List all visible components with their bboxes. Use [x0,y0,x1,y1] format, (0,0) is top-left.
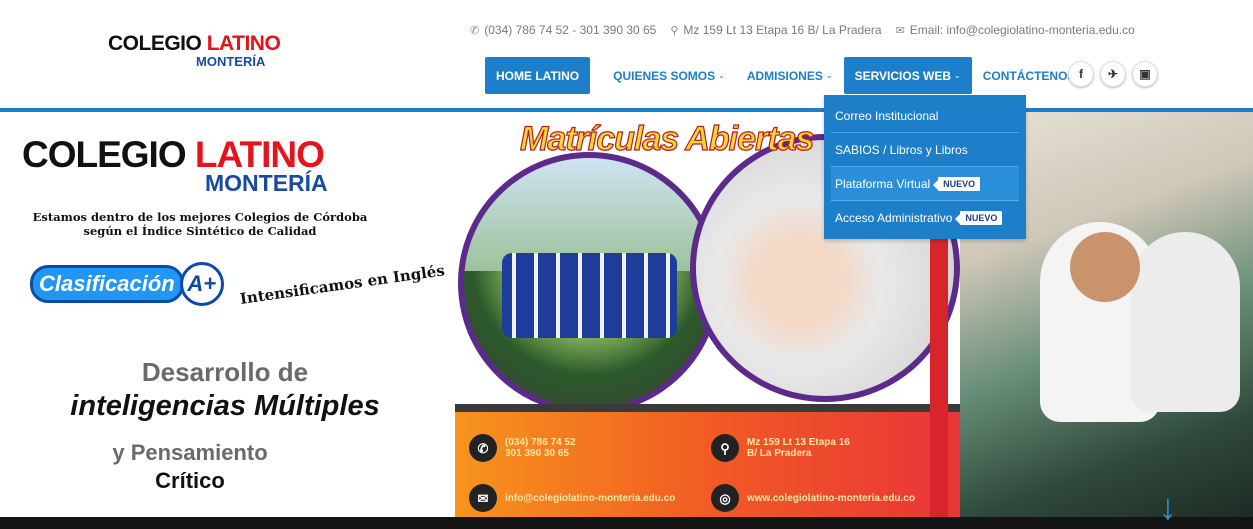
location-pin-icon: ⚲ [670,24,679,37]
new-badge: NUEVO [955,211,1003,225]
nav-admissions-label: ADMISIONES [746,68,823,83]
contact-web: ◎ www.colegiolatino-monteria.edu.co [711,484,915,512]
ingles-text: Intensificamos en Inglés [238,261,446,308]
logo-word-colegio: COLEGIO [108,32,202,55]
menu-item-label: SABIOS / Libros y Libros [835,142,968,157]
banner-phone-2: 301 390 30 65 [505,448,569,459]
chevron-down-icon: ⌄ [825,71,833,80]
banner-email: info@colegiolatino-monteria.edu.co [505,492,676,504]
top-address: Mz 159 Lt 13 Etapa 16 B/ La Pradera [683,23,882,37]
twitter-icon[interactable]: ✈ [1100,61,1126,87]
logo-word-latino: LATINO [206,32,281,55]
phone-icon: ✆ [470,24,480,37]
contact-email: ✉ info@colegiolatino-monteria.edu.co [469,484,675,512]
contact-phone: ✆ (034) 786 74 52 301 390 30 65 [469,434,576,462]
nav-home-label: HOME LATINO [496,68,580,83]
site-header: COLEGIO LATINO MONTERÍA ✆ (034) 786 74 52… [0,0,1253,108]
nav-contact-label: CONTÁCTENOS [982,68,1076,83]
banner-title-latino: LATINO [194,134,325,175]
chevron-down-icon: ⌄ [954,71,961,80]
facebook-icon[interactable]: f [1068,61,1094,87]
dev-line-2: inteligencias Múltiples [70,390,380,422]
students-team-photo [458,152,720,414]
banner-title-colegio: COLEGIO [22,134,187,175]
nav-quienes-somos[interactable]: QUIENES SOMOS ⌄ [602,57,736,94]
chevron-down-icon: ⌄ [718,71,725,80]
main-nav: HOME LATINO QUIENES SOMOS ⌄ ADMISIONES ⌄ S… [485,57,1086,94]
instagram-icon[interactable]: ▣ [1132,61,1158,87]
dev-line-3: y Pensamiento [112,440,268,465]
contact-address: ⚲ Mz 159 Lt 13 Etapa 16 B/ La Pradera [711,434,850,462]
clasificacion-label: Clasificación [30,265,184,303]
menu-item-sabios[interactable]: SABIOS / Libros y Libros [831,133,1019,167]
banner-phone-1: (034) 786 74 52 [505,437,576,448]
hero-banner: COLEGIO LATINO MONTERÍA Estamos dentro d… [0,112,1253,517]
banner-web: www.colegiolatino-monteria.edu.co [747,492,915,504]
slider-bottom-bar [0,517,1253,529]
scroll-down-arrow-icon[interactable]: ↓ [1148,487,1188,527]
top-email: Email: info@colegiolatino-monteria.edu.c… [909,23,1135,37]
grade-label: A+ [179,262,224,306]
dev-line-4: Crítico [155,468,225,493]
contact-strip: ✆ (034) 786 74 52 301 390 30 65 ⚲ Mz 159 … [455,404,975,517]
envelope-icon: ✉ [469,484,497,512]
location-pin-icon: ⚲ [711,434,739,462]
banner-title-monteria: MONTERÍA [205,170,328,196]
envelope-icon: ✉ [895,24,905,37]
menu-item-correo-institucional[interactable]: Correo Institucional [831,99,1019,133]
nav-home-latino[interactable]: HOME LATINO [485,57,591,94]
nav-admisiones[interactable]: ADMISIONES ⌄ [736,57,844,94]
nav-about-label: QUIENES SOMOS [613,68,716,83]
menu-item-acceso-administrativo[interactable]: Acceso Administrativo NUEVO [831,201,1019,235]
nav-services-label: SERVICIOS WEB [854,68,952,83]
dev-line-1: Desarrollo de [141,357,309,387]
menu-item-plataforma-virtual[interactable]: Plataforma Virtual NUEVO [831,167,1019,201]
clasificacion-badge: Clasificación A+ [30,262,224,306]
matriculas-heading: Matrículas Abiertas [519,119,815,158]
logo-word-monteria: MONTERÍA [196,54,266,69]
top-info-bar: ✆ (034) 786 74 52 - 301 390 30 65 ⚲ Mz 159… [470,22,1135,38]
phone-icon: ✆ [469,434,497,462]
nav-servicios-web[interactable]: SERVICIOS WEB ⌄ [843,57,972,94]
new-badge: NUEVO [933,176,981,191]
social-links: f ✈ ▣ [1068,61,1158,87]
menu-item-label: Acceso Administrativo [835,211,953,225]
ranking-text: Estamos dentro de los mejores Colegios d… [32,210,368,238]
banner-address-2: B/ La Pradera [747,448,812,459]
banner-address-1: Mz 159 Lt 13 Etapa 16 [747,437,850,448]
servicios-web-dropdown: Correo Institucional SABIOS / Libros y L… [824,95,1026,239]
page: COLEGIO LATINO MONTERÍA ✆ (034) 786 74 52… [0,0,1253,529]
menu-item-label: Plataforma Virtual [835,176,931,191]
top-phone: (034) 786 74 52 - 301 390 30 65 [484,23,657,37]
globe-icon: ◎ [711,484,739,512]
menu-item-label: Correo Institucional [835,108,939,123]
site-logo[interactable]: COLEGIO LATINO MONTERÍA [108,32,288,69]
